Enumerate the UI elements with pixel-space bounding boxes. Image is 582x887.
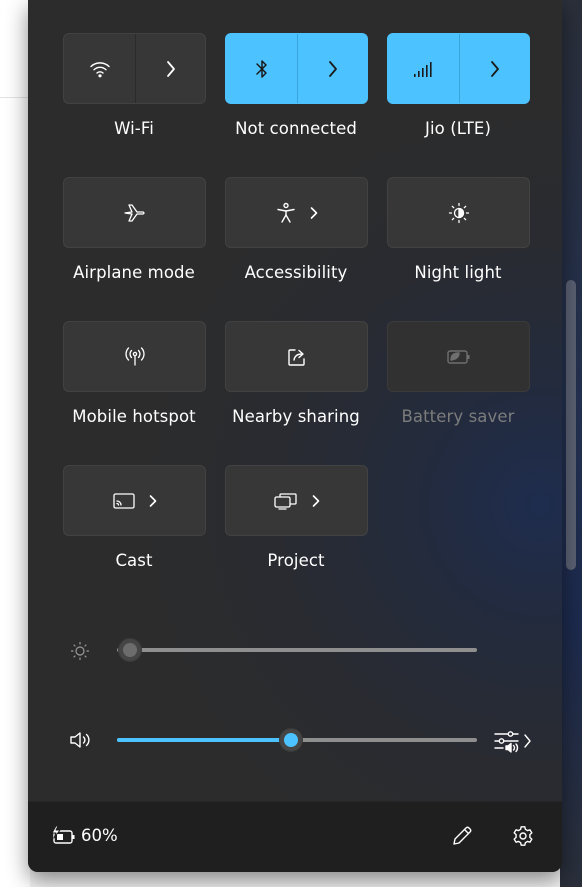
project-icon	[273, 491, 299, 511]
tile-bluetooth	[225, 33, 368, 104]
speaker-icon[interactable]	[68, 730, 92, 750]
tile-nearby-sharing[interactable]	[225, 321, 368, 392]
tile-cast[interactable]	[63, 465, 206, 536]
cellular-expand-button[interactable]	[460, 34, 530, 103]
cellular-toggle-button[interactable]	[388, 34, 459, 103]
tile-project[interactable]	[225, 465, 368, 536]
bluetooth-expand-button[interactable]	[298, 34, 368, 103]
chevron-right-icon	[165, 60, 177, 78]
chevron-right-icon	[148, 494, 158, 508]
brightness-icon	[70, 641, 90, 661]
chevron-right-icon	[327, 60, 339, 78]
tile-label-nearby-sharing: Nearby sharing	[232, 407, 360, 426]
bluetooth-icon	[255, 58, 269, 80]
wifi-icon	[89, 60, 111, 78]
tile-label-battery-saver: Battery saver	[401, 407, 515, 426]
tile-label-airplane-mode: Airplane mode	[73, 263, 195, 282]
cellular-icon	[413, 60, 435, 78]
tile-label-bluetooth: Not connected	[235, 119, 357, 138]
tile-label-cast: Cast	[115, 551, 153, 570]
background-scrollbar	[566, 280, 576, 570]
chevron-right-icon	[311, 494, 321, 508]
battery-charging-icon[interactable]	[50, 825, 78, 847]
tile-label-accessibility: Accessibility	[244, 263, 348, 282]
tile-battery-saver	[387, 321, 530, 392]
tile-label-mobile-hotspot: Mobile hotspot	[72, 407, 196, 426]
chevron-right-icon	[489, 60, 501, 78]
tile-night-light[interactable]	[387, 177, 530, 248]
wifi-expand-button[interactable]	[136, 34, 206, 103]
gear-icon[interactable]	[512, 825, 534, 847]
desktop-edge	[560, 0, 582, 887]
battery-percentage: 60%	[81, 826, 118, 845]
quick-settings-footer: 60%	[28, 801, 562, 872]
tile-accessibility[interactable]	[225, 177, 368, 248]
tile-label-cellular: Jio (LTE)	[425, 119, 491, 138]
quick-settings-panel: Wi-Fi Not connected Jio (LTE) Airplane m…	[28, 0, 562, 872]
brightness-slider-track[interactable]	[117, 648, 477, 652]
accessibility-icon	[275, 202, 297, 224]
cast-icon	[112, 491, 136, 511]
tile-mobile-hotspot[interactable]	[63, 321, 206, 392]
tile-label-night-light: Night light	[414, 263, 502, 282]
tile-label-wifi: Wi-Fi	[114, 119, 154, 138]
bluetooth-toggle-button[interactable]	[226, 34, 297, 103]
wifi-toggle-button[interactable]	[64, 34, 135, 103]
tile-label-project: Project	[267, 551, 325, 570]
tile-wifi	[63, 33, 206, 104]
brightness-slider-thumb[interactable]	[118, 638, 142, 662]
tile-cellular	[387, 33, 530, 104]
share-icon	[286, 346, 308, 368]
volume-slider-fill	[117, 738, 291, 742]
pencil-icon[interactable]	[451, 825, 473, 847]
volume-slider-thumb[interactable]	[279, 728, 303, 752]
airplane-icon	[123, 203, 147, 223]
background-window	[0, 0, 30, 887]
night-light-icon	[448, 202, 470, 224]
tile-airplane-mode[interactable]	[63, 177, 206, 248]
chevron-right-icon	[309, 206, 319, 220]
battery-saver-icon	[446, 348, 472, 366]
hotspot-icon	[123, 346, 147, 368]
audio-mixer-icon[interactable]	[494, 729, 536, 753]
